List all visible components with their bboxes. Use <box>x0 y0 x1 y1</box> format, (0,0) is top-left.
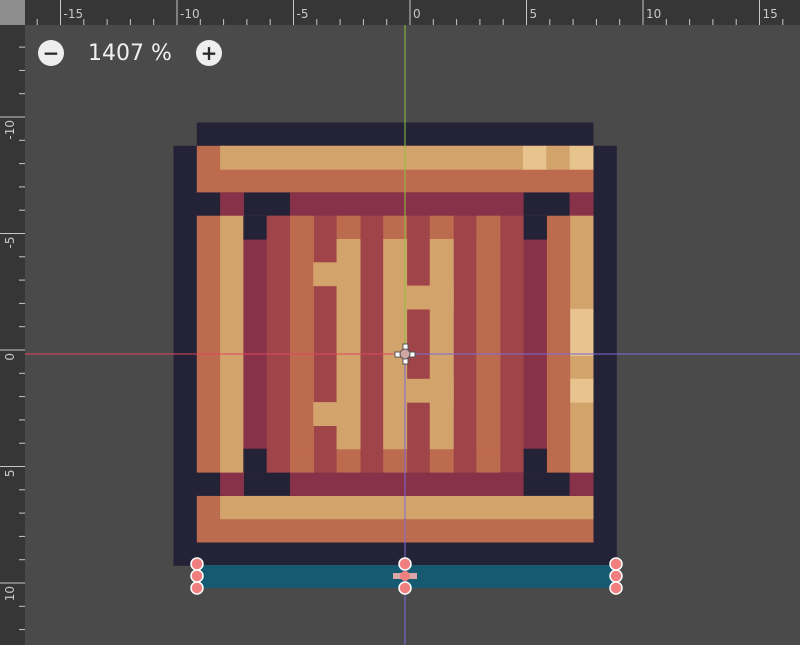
ruler-corner <box>0 0 25 25</box>
collision-handle[interactable] <box>609 581 623 595</box>
minus-circle-icon: − <box>42 41 60 65</box>
collision-handle[interactable] <box>398 581 412 595</box>
ruler-label-y: 0 <box>3 353 17 361</box>
collision-handle[interactable] <box>398 557 412 571</box>
ruler-label-y: 10 <box>3 586 17 601</box>
ruler-horizontal[interactable]: -15 -10 -5 0 5 10 15 <box>0 0 800 25</box>
ruler-label-y: -5 <box>3 237 17 249</box>
ruler-label-x: -5 <box>297 7 309 21</box>
canvas[interactable]: -15 -10 -5 0 5 10 15 -10 -5 0 5 10 <box>0 0 800 645</box>
ruler-label-y: -10 <box>3 120 17 140</box>
ruler-label-x: 0 <box>413 7 421 21</box>
collision-handle[interactable] <box>400 571 410 581</box>
ruler-label-x: -10 <box>180 7 200 21</box>
ruler-label-x: 5 <box>530 7 538 21</box>
ruler-label-x: 15 <box>763 7 778 21</box>
zoom-level-label[interactable]: 1407 % <box>64 41 196 66</box>
ruler-label-x: -15 <box>64 7 84 21</box>
plus-circle-icon: + <box>200 41 218 65</box>
canvas-viewport[interactable]: -15 -10 -5 0 5 10 15 -10 -5 0 5 10 − 1407 % + <box>0 0 800 645</box>
collision-handle[interactable] <box>609 569 623 583</box>
ruler-label-x: 10 <box>646 7 661 21</box>
zoom-in-button[interactable]: + <box>196 40 222 66</box>
ruler-vertical[interactable]: -10 -5 0 5 10 <box>0 0 25 645</box>
collision-handle[interactable] <box>190 569 204 583</box>
collision-handle[interactable] <box>190 557 204 571</box>
collision-handle[interactable] <box>190 581 204 595</box>
ruler-label-y: 5 <box>3 470 17 478</box>
crate-sprite[interactable] <box>173 122 617 566</box>
zoom-out-button[interactable]: − <box>38 40 64 66</box>
zoom-controls: − 1407 % + <box>38 38 222 68</box>
collision-handle[interactable] <box>609 557 623 571</box>
